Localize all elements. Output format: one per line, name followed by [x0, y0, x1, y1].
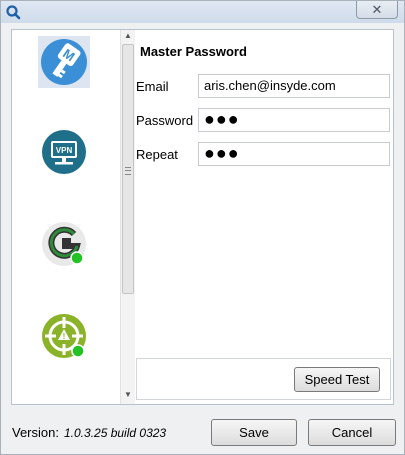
save-button[interactable]: Save: [211, 419, 297, 446]
scroll-down-arrow-icon[interactable]: ▼: [124, 390, 132, 399]
close-button[interactable]: ✕: [356, 1, 398, 19]
speed-test-button[interactable]: Speed Test: [294, 367, 380, 392]
orange-service-icon: [40, 402, 88, 404]
close-icon: ✕: [371, 1, 383, 17]
service-item-partial[interactable]: [40, 402, 88, 404]
version-label: Version:: [12, 425, 59, 440]
crosshair-icon: !: [42, 314, 86, 358]
email-label: Email: [136, 79, 169, 94]
repeat-label: Repeat: [136, 147, 178, 162]
version-value: 1.0.3.25 build 0323: [64, 426, 167, 440]
scroll-up-arrow-icon[interactable]: ▲: [124, 31, 132, 40]
password-field[interactable]: ●●●: [198, 108, 390, 132]
app-magnifier-icon: [6, 5, 21, 20]
app-window: ✕ M VPN ! ▲ ▼ Master Password Email aris…: [0, 0, 405, 455]
scrollbar-grip-icon: [125, 167, 131, 175]
g-logo-icon: [42, 222, 86, 266]
key-m-icon: M: [41, 39, 87, 85]
online-status-dot: [71, 344, 85, 358]
scrollbar-thumb[interactable]: [122, 44, 134, 294]
svg-text:VPN: VPN: [56, 146, 73, 155]
cancel-button[interactable]: Cancel: [308, 419, 396, 446]
service-item-crosshair[interactable]: !: [40, 312, 88, 360]
email-field[interactable]: aris.chen@insyde.com: [198, 74, 390, 98]
form-title: Master Password: [140, 44, 247, 59]
vpn-icon: VPN: [42, 130, 86, 174]
service-item-master-password[interactable]: M: [38, 36, 90, 88]
service-list: M VPN !: [12, 30, 120, 404]
service-list-scrollbar[interactable]: ▲ ▼: [120, 30, 135, 404]
svg-text:!: !: [63, 332, 66, 341]
password-label: Password: [136, 113, 194, 128]
online-status-dot: [70, 251, 84, 265]
title-bar: ✕: [1, 1, 404, 23]
repeat-password-field[interactable]: ●●●: [198, 142, 390, 166]
service-item-g[interactable]: [40, 220, 88, 268]
service-item-vpn[interactable]: VPN: [40, 128, 88, 176]
